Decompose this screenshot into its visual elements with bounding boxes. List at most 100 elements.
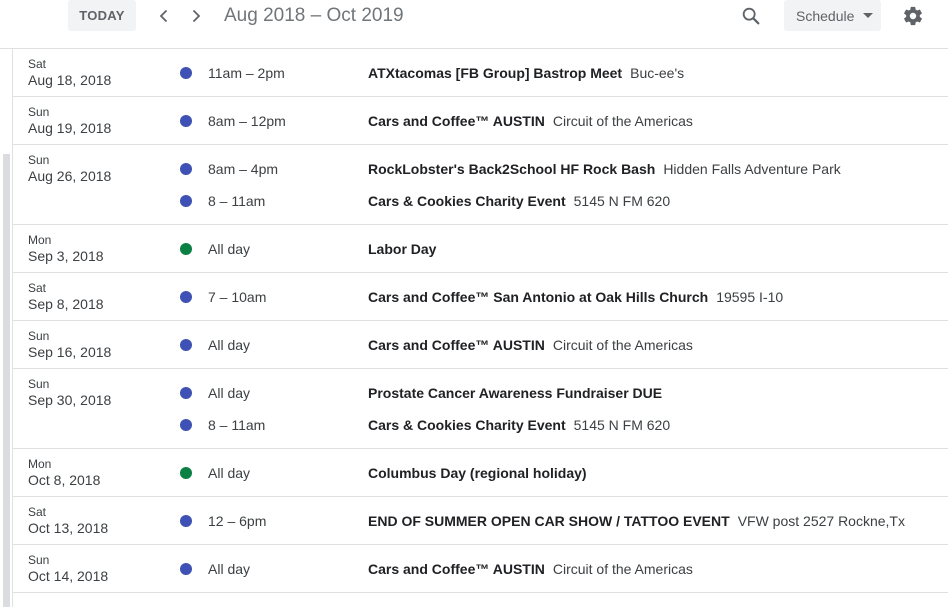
event-time: 8am – 4pm xyxy=(208,161,279,177)
event-item[interactable]: 7 – 10am Cars and Coffee™ San Antonio at… xyxy=(148,281,948,313)
chevron-right-icon[interactable] xyxy=(184,4,208,28)
event-time: 7 – 10am xyxy=(208,289,267,305)
event-title: Cars & Cookies Charity Event xyxy=(368,193,566,209)
event-time: 8 – 11am xyxy=(208,193,266,209)
day-row: Sun Sep 30, 2018 All day Prostate Cancer… xyxy=(12,369,948,449)
day-label[interactable]: Sun Aug 19, 2018 xyxy=(12,105,148,137)
day-of-week: Sun xyxy=(28,377,50,391)
event-item[interactable]: 8 – 11am Cars & Cookies Charity Event 51… xyxy=(148,185,948,217)
day-label[interactable]: Mon Sep 3, 2018 xyxy=(12,233,148,265)
day-label[interactable]: Sun Oct 14, 2018 xyxy=(12,553,148,585)
day-label[interactable]: Sun Sep 16, 2018 xyxy=(12,329,148,361)
event-location: VFW post 2527 Rockne,Tx xyxy=(737,513,905,529)
event-location: 19595 I-10 xyxy=(716,289,784,305)
day-date: Sep 16, 2018 xyxy=(28,344,112,360)
event-item[interactable]: All day Cars and Coffee™ AUSTIN Circuit … xyxy=(148,553,948,585)
event-item[interactable]: All day Cars and Coffee™ AUSTIN Circuit … xyxy=(148,329,948,361)
event-color-dot xyxy=(180,291,192,303)
event-color-dot xyxy=(180,339,192,351)
scrollbar-thumb[interactable] xyxy=(3,154,10,607)
day-date: Aug 19, 2018 xyxy=(28,120,112,136)
event-color-dot xyxy=(180,467,192,479)
day-label[interactable]: Sun Aug 26, 2018 xyxy=(12,153,148,217)
day-label[interactable]: Sat Oct 13, 2018 xyxy=(12,505,148,537)
event-location: Hidden Falls Adventure Park xyxy=(663,161,841,177)
day-date: Sep 8, 2018 xyxy=(28,296,104,312)
event-item[interactable]: All day Labor Day xyxy=(148,233,948,265)
day-row: Sat Oct 13, 2018 12 – 6pm END OF SUMMER … xyxy=(12,497,948,545)
day-of-week: Sat xyxy=(28,505,47,519)
event-location: Circuit of the Americas xyxy=(552,337,693,353)
day-of-week: Mon xyxy=(28,233,52,247)
event-time: 8am – 12pm xyxy=(208,113,286,129)
event-item[interactable]: 8am – 4pm RockLobster's Back2School HF R… xyxy=(148,153,948,185)
day-label[interactable]: Mon Oct 8, 2018 xyxy=(12,457,148,489)
event-color-dot xyxy=(180,115,192,127)
event-time: All day xyxy=(208,465,251,481)
day-label[interactable]: Sun Sep 30, 2018 xyxy=(12,377,148,441)
event-location: Buc-ee's xyxy=(630,65,685,81)
search-icon[interactable] xyxy=(739,4,763,28)
event-title: ATXtacomas [FB Group] Bastrop Meet xyxy=(368,65,623,81)
event-time: All day xyxy=(208,337,251,353)
event-title: Labor Day xyxy=(368,241,437,257)
day-date: Oct 13, 2018 xyxy=(28,520,109,536)
event-location: Circuit of the Americas xyxy=(552,113,693,129)
day-of-week: Sun xyxy=(28,105,50,119)
event-time: All day xyxy=(208,561,251,577)
day-label[interactable]: Sat Aug 18, 2018 xyxy=(12,57,148,89)
day-label[interactable]: Sat Sep 8, 2018 xyxy=(12,281,148,313)
day-of-week: Sun xyxy=(28,153,50,167)
event-time: All day xyxy=(208,241,251,257)
view-selector[interactable]: Schedule xyxy=(784,0,881,31)
event-color-dot xyxy=(180,163,192,175)
day-of-week: Sun xyxy=(28,329,50,343)
event-title: Columbus Day (regional holiday) xyxy=(368,465,587,481)
event-item[interactable]: 12 – 6pm END OF SUMMER OPEN CAR SHOW / T… xyxy=(148,505,948,537)
day-date: Oct 14, 2018 xyxy=(28,568,109,584)
event-color-dot xyxy=(180,67,192,79)
event-item[interactable]: 8am – 12pm Cars and Coffee™ AUSTIN Circu… xyxy=(148,105,948,137)
day-row: Sun Aug 26, 2018 8am – 4pm RockLobster's… xyxy=(12,145,948,225)
event-color-dot xyxy=(180,419,192,431)
event-location: 5145 N FM 620 xyxy=(573,193,671,209)
event-color-dot xyxy=(180,387,192,399)
event-time: 11am – 2pm xyxy=(208,65,285,81)
day-of-week: Sun xyxy=(28,553,50,567)
day-row: Sat Sep 8, 2018 7 – 10am Cars and Coffee… xyxy=(12,273,948,321)
event-color-dot xyxy=(180,515,192,527)
caret-down-icon xyxy=(863,13,873,18)
chevron-left-icon[interactable] xyxy=(152,4,176,28)
event-time: All day xyxy=(208,385,251,401)
event-title: Prostate Cancer Awareness Fundraiser DUE xyxy=(368,385,663,401)
day-row: Sun Oct 14, 2018 All day Cars and Coffee… xyxy=(12,545,948,593)
event-title: RockLobster's Back2School HF Rock Bash xyxy=(368,161,656,177)
day-row: Sat Aug 18, 2018 11am – 2pm ATXtacomas [… xyxy=(12,49,948,97)
event-location: Circuit of the Americas xyxy=(552,561,693,577)
calendar-header: TODAY Aug 2018 – Oct 2019 Schedule xyxy=(0,0,948,49)
event-item[interactable]: 8 – 11am Cars & Cookies Charity Event 51… xyxy=(148,409,948,441)
event-title: Cars and Coffee™ AUSTIN xyxy=(368,337,545,353)
event-item[interactable]: All day Columbus Day (regional holiday) xyxy=(148,457,948,489)
day-date: Oct 8, 2018 xyxy=(28,472,101,488)
event-item[interactable]: 11am – 2pm ATXtacomas [FB Group] Bastrop… xyxy=(148,57,948,89)
event-item[interactable]: All day Prostate Cancer Awareness Fundra… xyxy=(148,377,948,409)
event-title: Cars & Cookies Charity Event xyxy=(368,417,566,433)
day-date: Aug 26, 2018 xyxy=(28,168,112,184)
day-row: Mon Oct 8, 2018 All day Columbus Day (re… xyxy=(12,449,948,497)
day-of-week: Mon xyxy=(28,457,52,471)
event-color-dot xyxy=(180,243,192,255)
day-of-week: Sat xyxy=(28,57,47,71)
day-date: Aug 18, 2018 xyxy=(28,72,112,88)
event-title: Cars and Coffee™ San Antonio at Oak Hill… xyxy=(368,289,709,305)
event-color-dot xyxy=(180,195,192,207)
today-button[interactable]: TODAY xyxy=(68,0,136,31)
gear-icon[interactable] xyxy=(900,3,926,29)
event-title: END OF SUMMER OPEN CAR SHOW / TATTOO EVE… xyxy=(368,513,730,529)
event-title: Cars and Coffee™ AUSTIN xyxy=(368,561,545,577)
event-color-dot xyxy=(180,563,192,575)
event-time: 12 – 6pm xyxy=(208,513,267,529)
day-of-week: Sat xyxy=(28,281,47,295)
event-time: 8 – 11am xyxy=(208,417,266,433)
day-row: Sun Sep 16, 2018 All day Cars and Coffee… xyxy=(12,321,948,369)
